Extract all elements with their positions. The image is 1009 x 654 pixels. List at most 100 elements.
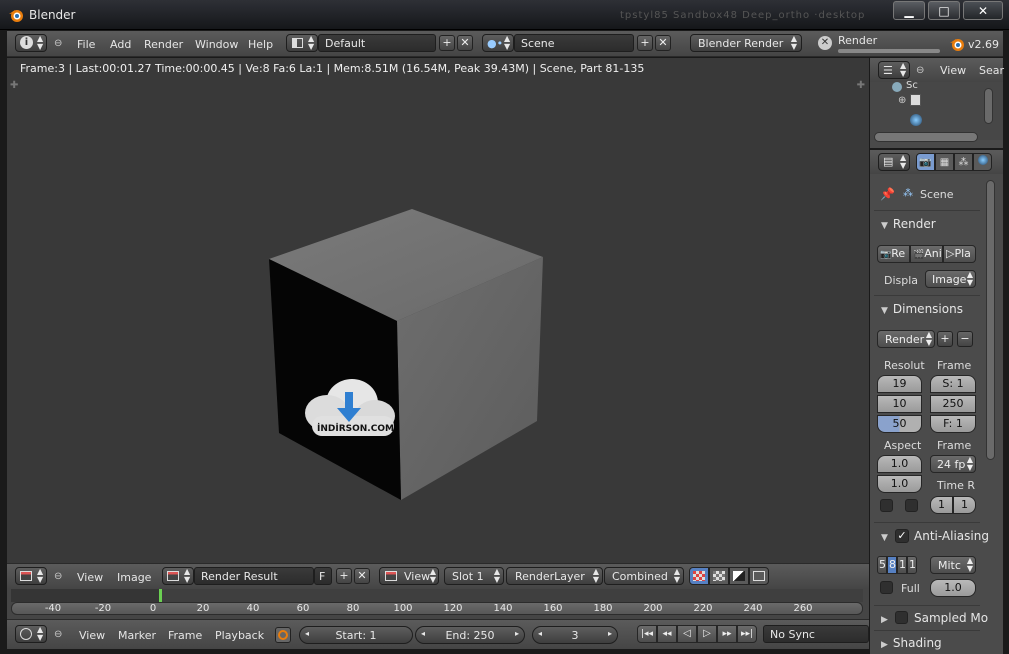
menu-frame[interactable]: Frame — [168, 629, 202, 642]
frame-start-field[interactable]: S: 1 — [930, 375, 976, 393]
resolution-percentage-slider[interactable]: 50 — [877, 415, 922, 433]
cancel-render-icon[interactable]: ✕ — [818, 36, 832, 50]
outliner-search-label[interactable]: Sear — [979, 64, 1004, 77]
view-mode-dropdown[interactable]: View ▲ ▼ — [379, 567, 439, 585]
close-window-button[interactable]: ✕ — [963, 1, 1003, 20]
render-engine-dropdown[interactable]: Blender Render ▲ ▼ — [690, 34, 802, 52]
scene-selector[interactable]: ●• ▲ ▼ — [482, 34, 514, 52]
sampled-motion-panel-header[interactable]: ▶ — [881, 611, 893, 625]
add-layout-button[interactable]: + — [439, 35, 455, 51]
color-alpha-channel-button[interactable] — [689, 567, 709, 585]
jump-start-button[interactable]: |◂◂ — [637, 625, 657, 643]
play-reverse-button[interactable]: ◁ — [677, 625, 697, 643]
render-animation-button[interactable]: 🎬Ani — [910, 245, 943, 263]
display-mode-dropdown[interactable]: Image ▲ ▼ — [925, 270, 976, 288]
menu-view[interactable]: View — [940, 64, 966, 77]
scene-name[interactable]: Scene — [514, 34, 634, 52]
resolution-x-field[interactable]: 19 — [877, 375, 922, 393]
resolution-y-field[interactable]: 10 — [877, 395, 922, 413]
collapse-menu-icon[interactable]: ⊖ — [916, 65, 924, 76]
render-layer-dropdown[interactable]: RenderLayer ▲ ▼ — [506, 567, 603, 585]
fake-user-button[interactable]: F — [314, 567, 332, 585]
frame-rate-dropdown[interactable]: 24 fp ▲ ▼ — [930, 455, 976, 473]
menu-image[interactable]: Image — [117, 571, 151, 584]
frame-step-field[interactable]: F: 1 — [930, 415, 976, 433]
add-scene-button[interactable]: + — [637, 35, 653, 51]
remove-preset-button[interactable]: − — [957, 331, 973, 347]
menu-render[interactable]: Render — [144, 38, 183, 51]
properties-scrollbar[interactable] — [986, 180, 995, 460]
z-buffer-button[interactable] — [729, 567, 749, 585]
minimize-button[interactable]: ▁ — [893, 1, 925, 20]
menu-window[interactable]: Window — [195, 38, 238, 51]
collapse-menu-icon[interactable]: ⊖ — [54, 571, 62, 582]
current-frame-cursor[interactable] — [158, 589, 162, 602]
aspect-y-field[interactable]: 1.0 — [877, 475, 922, 493]
menu-file[interactable]: File — [77, 38, 95, 51]
screen-layout-name[interactable]: Default — [318, 34, 436, 52]
render-context-tab[interactable]: 📷 — [916, 153, 935, 171]
menu-view[interactable]: View — [77, 571, 103, 584]
menu-marker[interactable]: Marker — [118, 629, 156, 642]
current-frame-field[interactable]: ◂ 3 ▸ — [532, 626, 618, 644]
pin-icon[interactable]: 📌 — [880, 187, 895, 201]
aa-samples-16[interactable]: 1 — [907, 556, 917, 574]
sync-mode-dropdown[interactable]: No Sync — [763, 625, 869, 643]
render-slot-button[interactable] — [749, 567, 769, 585]
next-keyframe-button[interactable]: ▸▸ — [717, 625, 737, 643]
render-presets-dropdown[interactable]: Render ▲ ▼ — [877, 330, 935, 348]
aa-filter-size-field[interactable]: 1.0 — [930, 579, 976, 597]
aa-filter-dropdown[interactable]: Mitc ▲ ▼ — [930, 556, 976, 574]
scene-context-tab[interactable]: ⁂ — [954, 153, 973, 171]
shading-panel-header[interactable]: ▶ Shading — [881, 636, 942, 650]
aa-samples-8[interactable]: 8 — [887, 556, 897, 574]
maximize-button[interactable]: □ — [928, 1, 960, 20]
time-old-field[interactable]: 1 — [930, 496, 953, 514]
editor-type-properties-button[interactable]: ▤ ▲ ▼ — [878, 153, 910, 171]
record-keyframe-icon[interactable] — [275, 627, 291, 643]
world-context-tab[interactable] — [973, 153, 992, 171]
editor-type-outliner-button[interactable]: ☰ ▲ ▼ — [878, 61, 910, 79]
antialiasing-enable-checkbox[interactable]: ✓ — [895, 529, 909, 543]
render-image-button[interactable]: 📷Re — [877, 245, 910, 263]
editor-type-image-button[interactable]: ▲ ▼ — [15, 567, 47, 585]
editor-type-info-button[interactable]: i ▲ ▼ — [15, 34, 47, 52]
slot-dropdown[interactable]: Slot 1 ▲ ▼ — [444, 567, 504, 585]
menu-add[interactable]: Add — [110, 38, 131, 51]
delete-layout-button[interactable]: ✕ — [457, 35, 473, 51]
prev-keyframe-button[interactable]: ◂◂ — [657, 625, 677, 643]
screen-layout-selector[interactable]: ▲ ▼ — [286, 34, 318, 52]
full-sample-checkbox[interactable] — [880, 581, 893, 594]
aspect-x-field[interactable]: 1.0 — [877, 455, 922, 473]
timeline-area[interactable]: -40 -20 0 20 40 60 80 100 120 140 160 180 200 220 240 2… — [7, 589, 869, 619]
render-layers-context-tab[interactable]: ▦ — [935, 153, 954, 171]
image-browse-button[interactable]: ▲ ▼ — [162, 567, 194, 585]
timeline-scrollbar[interactable] — [11, 602, 863, 615]
play-button[interactable]: ▷ — [697, 625, 717, 643]
end-frame-field[interactable]: ◂ End: 250 ▸ — [415, 626, 525, 644]
delete-scene-button[interactable]: ✕ — [655, 35, 671, 51]
menu-playback[interactable]: Playback — [215, 629, 264, 642]
dimensions-panel-header[interactable]: ▼ Dimensions — [881, 302, 963, 316]
frame-end-field[interactable]: 250 — [930, 395, 976, 413]
render-panel-header[interactable]: ▼ Render — [881, 217, 936, 231]
menu-help[interactable]: Help — [248, 38, 273, 51]
unlink-image-button[interactable]: ✕ — [354, 568, 370, 584]
add-preset-button[interactable]: + — [937, 331, 953, 347]
outliner-scrollbar[interactable] — [984, 88, 993, 124]
editor-type-timeline-button[interactable]: ▲ ▼ — [15, 625, 47, 643]
collapse-menu-icon[interactable]: ⊖ — [54, 629, 62, 640]
aa-samples-11[interactable]: 1 — [897, 556, 907, 574]
aa-samples-5[interactable]: 5 — [877, 556, 887, 574]
menu-view[interactable]: View — [79, 629, 105, 642]
expand-icon[interactable]: ⊕ — [898, 95, 906, 106]
jump-end-button[interactable]: ▸▸| — [737, 625, 757, 643]
border-checkbox[interactable] — [880, 499, 893, 512]
time-new-field[interactable]: 1 — [953, 496, 976, 514]
image-name-field[interactable]: Render Result — [194, 567, 314, 585]
play-animation-button[interactable]: ▷Pla — [943, 245, 976, 263]
motion-blur-checkbox[interactable] — [895, 611, 908, 624]
collapse-menu-icon[interactable]: ⊖ — [54, 38, 62, 49]
new-image-button[interactable]: + — [336, 568, 352, 584]
outliner-item-scene[interactable]: Sc — [906, 80, 918, 91]
